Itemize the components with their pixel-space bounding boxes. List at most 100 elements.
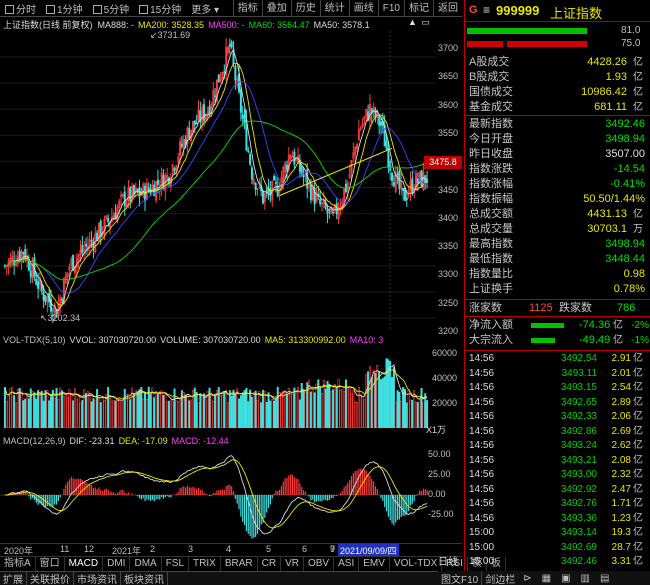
volume-bar (199, 394, 202, 428)
volume-bar (403, 388, 406, 428)
tick-price: 3493.11 (561, 367, 597, 379)
turnover-label: A股成交 (469, 56, 510, 68)
volume-bar (311, 388, 314, 428)
macd-chart[interactable] (0, 447, 462, 542)
volume-bar (153, 397, 156, 428)
volume-bar (132, 393, 135, 428)
candle-body (249, 153, 252, 165)
overlay-button[interactable]: 叠加 (261, 0, 291, 17)
volume-bar (420, 387, 423, 428)
statistics-button[interactable]: 统计 (319, 0, 349, 17)
candle-body (293, 151, 296, 165)
indicator-tab[interactable]: EMV (359, 556, 390, 571)
candle-body (85, 243, 88, 247)
indicator-button[interactable]: 指标 (232, 0, 262, 17)
stat-label: 指数涨幅 (469, 178, 513, 190)
volume-bar (302, 389, 305, 428)
candle-body (107, 218, 110, 223)
window-icon[interactable]: ▣ (556, 573, 575, 584)
indicator-tab[interactable]: 指标A (0, 556, 36, 571)
volume-bar (44, 390, 47, 428)
period-tab-more[interactable]: 更多 ▾ (186, 1, 224, 16)
line-type-label[interactable]: 日线 (400, 556, 462, 570)
period-tab-5min[interactable]: 5分钟 (88, 1, 135, 16)
back-button[interactable]: 返回 (433, 0, 462, 17)
macd-tick: 0.00 (428, 489, 446, 499)
tick-time: 15:00 (469, 541, 495, 553)
indicator-tab[interactable]: CR (258, 556, 282, 571)
f10-button[interactable]: F10 (377, 0, 404, 17)
volume-bar (269, 400, 272, 428)
indicator-tab[interactable]: VR (281, 556, 304, 571)
tick-price: 3493.15 (560, 382, 597, 393)
expand-icon[interactable]: ▤ (595, 573, 614, 584)
volume-bar (129, 399, 132, 428)
bottom-tab[interactable]: 市场资讯 (74, 571, 121, 585)
volume-bar (385, 358, 388, 428)
stock-code: 999999 (496, 3, 540, 18)
indicator-tab[interactable]: MACD (65, 556, 104, 571)
volume-bar (151, 387, 154, 428)
candlestick-chart[interactable] (0, 31, 462, 331)
indicator-tab[interactable]: ASI (334, 556, 360, 571)
volume-bar (359, 394, 362, 428)
indicator-tab[interactable]: FSL (162, 556, 190, 571)
volume-bar (284, 392, 287, 428)
period-tab-15min[interactable]: 15分钟 (134, 1, 186, 16)
sidebar-link[interactable]: 剑边栏 (482, 571, 518, 585)
f10-link[interactable]: 图文F10 (438, 570, 483, 585)
bottom-tab[interactable]: 板块资讯 (121, 571, 168, 585)
tick-row: 14:56 3492.54 2.91 亿 (465, 352, 650, 367)
flow-value: -49.49 (579, 334, 611, 346)
layout-icon[interactable]: ▦ (537, 573, 556, 584)
minimize-icon[interactable]: ▭ (420, 17, 431, 29)
volume-bar (215, 390, 218, 428)
candle-body (193, 120, 196, 126)
indicator-tab[interactable]: 窗口 (36, 556, 65, 571)
draw-line-button[interactable]: 画线 (348, 0, 378, 17)
indicator-tab[interactable]: OBV (304, 556, 335, 571)
candle-body (262, 190, 265, 204)
indicator-tab[interactable]: TRIX (189, 556, 221, 571)
volume-bar (230, 395, 233, 428)
play-icon[interactable]: ⊳ (518, 573, 536, 584)
indicator-tab[interactable]: DMA (130, 556, 162, 571)
price-tick: 3450 (438, 184, 459, 195)
period-tab-intraday[interactable]: 分时 (0, 1, 41, 16)
low-value: 3202.34 (47, 313, 81, 323)
price-tag: 3475.8 (424, 156, 462, 169)
tick-row: 15:00 3492.46 3.31 亿 (465, 555, 650, 570)
macd-tick: 25.00 (428, 469, 451, 479)
volume-bar (293, 387, 296, 428)
candle-body (274, 182, 277, 184)
history-button[interactable]: 历史 (290, 0, 320, 17)
volume-bar (223, 391, 226, 428)
stat-row: 最新指数 3492.46 (465, 117, 650, 132)
candle-body (391, 173, 394, 182)
tick-unit: 亿 (633, 483, 643, 495)
indicator-tab[interactable]: DMI (103, 556, 131, 571)
volume-bar (48, 400, 51, 428)
tick-unit: 亿 (633, 367, 643, 379)
mark-button[interactable]: 标记 (404, 0, 433, 17)
date-tick: 4 (226, 544, 232, 554)
collapse-icon[interactable]: ▲ (407, 17, 418, 29)
candle-body (99, 220, 102, 238)
candle-body (234, 66, 237, 81)
indicator-tab[interactable]: BRAR (221, 556, 258, 571)
volume-bar (389, 360, 392, 428)
volume-bar (394, 401, 397, 428)
volume-bar (164, 394, 167, 428)
volume-bar (109, 397, 112, 428)
volume-chart[interactable] (0, 346, 462, 428)
bottom-tab[interactable]: 扩展 (0, 571, 27, 585)
legend-item: MACD: -12.44 (171, 435, 229, 446)
stat-value: 0.78% (613, 283, 645, 295)
period-tab-1min[interactable]: 1分钟 (41, 1, 88, 16)
grid-icon[interactable]: ▥ (576, 573, 595, 584)
candle-body (42, 291, 45, 301)
bottom-tab[interactable]: 关联报价 (27, 571, 74, 585)
flow-row: 大宗流入 -49.49 亿 -1% (465, 333, 650, 348)
legend-item: MACD(12,26,9) (3, 435, 66, 446)
menu-icon[interactable]: ≡ (483, 3, 490, 17)
